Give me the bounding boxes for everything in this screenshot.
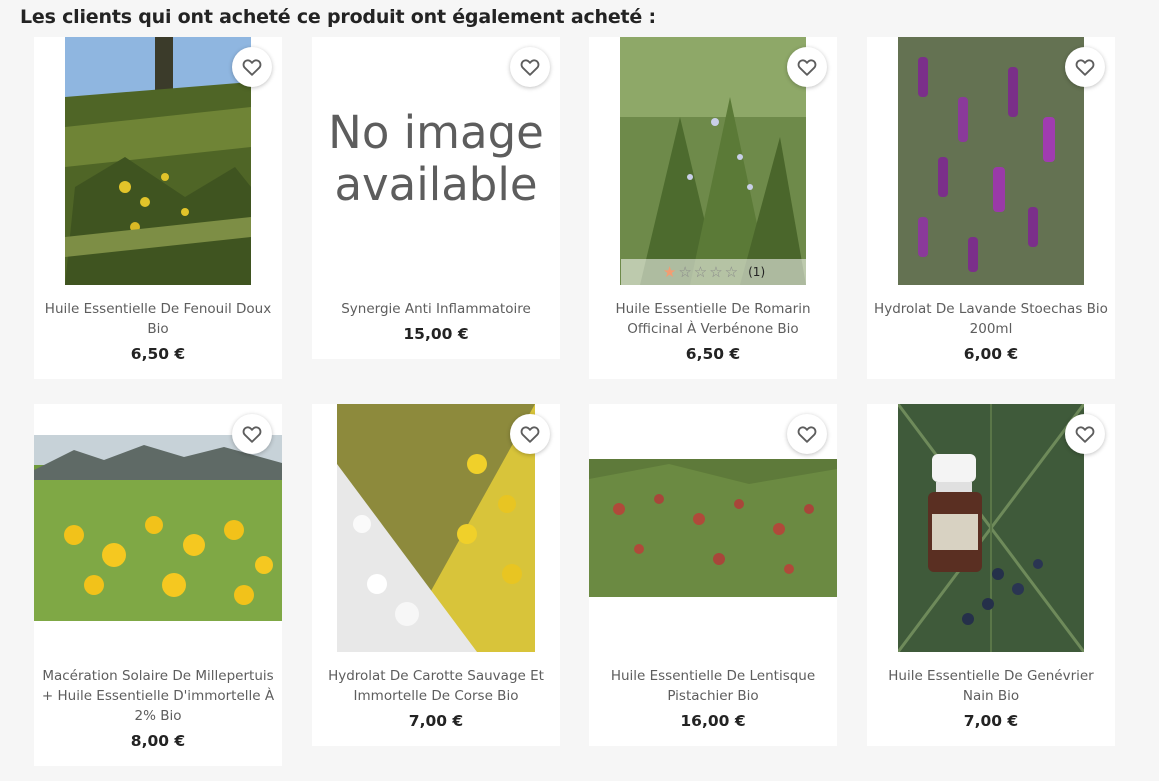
- product-name[interactable]: Huile Essentielle De Lentisque Pistachie…: [595, 666, 831, 706]
- product-name[interactable]: Macération Solaire De Millepertuis + Hui…: [40, 666, 276, 726]
- product-card[interactable]: ★ ☆ ☆ ☆ ☆ (1) Huile Essentielle De Romar…: [589, 37, 837, 379]
- product-price: 7,00 €: [963, 712, 1019, 730]
- heart-outline-icon: [242, 59, 262, 76]
- product-name[interactable]: Hydrolat De Lavande Stoechas Bio 200ml: [873, 299, 1109, 339]
- product-grid: Huile Essentielle De Fenouil Doux Bio 6,…: [0, 0, 1159, 781]
- product-name[interactable]: Synergie Anti Inflammatoire: [318, 299, 554, 319]
- star-empty-icon: ☆: [678, 262, 692, 281]
- product-card[interactable]: Hydrolat De Carotte Sauvage Et Immortell…: [312, 404, 560, 746]
- wishlist-button[interactable]: [1065, 47, 1105, 87]
- product-thumbnail[interactable]: [867, 404, 1115, 652]
- wishlist-button[interactable]: [232, 47, 272, 87]
- star-empty-icon: ☆: [693, 262, 708, 281]
- heart-outline-icon: [1075, 426, 1095, 443]
- product-image[interactable]: [337, 404, 535, 652]
- product-image[interactable]: [589, 459, 837, 597]
- product-price: 6,50 €: [130, 345, 186, 363]
- product-image[interactable]: [65, 37, 251, 285]
- product-thumbnail[interactable]: [34, 37, 282, 285]
- product-thumbnail[interactable]: [589, 404, 837, 652]
- product-card[interactable]: Macération Solaire De Millepertuis + Hui…: [34, 404, 282, 766]
- no-image-placeholder[interactable]: No image available: [312, 107, 560, 211]
- product-rating: ★ ☆ ☆ ☆ ☆ (1): [621, 259, 807, 285]
- product-name[interactable]: Huile Essentielle De Genévrier Nain Bio: [873, 666, 1109, 706]
- product-price: 6,50 €: [685, 345, 741, 363]
- wishlist-button[interactable]: [510, 414, 550, 454]
- product-thumbnail[interactable]: [867, 37, 1115, 285]
- product-card[interactable]: No image available Synergie Anti Inflamm…: [312, 37, 560, 359]
- product-name[interactable]: Huile Essentielle De Fenouil Doux Bio: [40, 299, 276, 339]
- wishlist-button[interactable]: [787, 47, 827, 87]
- heart-outline-icon: [797, 59, 817, 76]
- product-image[interactable]: [898, 404, 1084, 652]
- star-empty-icon: ☆: [724, 262, 739, 281]
- product-image[interactable]: [34, 435, 282, 621]
- wishlist-button[interactable]: [1065, 414, 1105, 454]
- product-image[interactable]: [898, 37, 1084, 285]
- star-empty-icon: ☆: [709, 262, 723, 281]
- product-card[interactable]: Hydrolat De Lavande Stoechas Bio 200ml 6…: [867, 37, 1115, 379]
- heart-outline-icon: [797, 426, 817, 443]
- wishlist-button[interactable]: [510, 47, 550, 87]
- product-thumbnail[interactable]: No image available: [312, 37, 560, 285]
- heart-outline-icon: [242, 426, 262, 443]
- product-price: 6,00 €: [963, 345, 1019, 363]
- product-card[interactable]: Huile Essentielle De Lentisque Pistachie…: [589, 404, 837, 746]
- product-price: 16,00 €: [680, 712, 746, 730]
- product-name[interactable]: Hydrolat De Carotte Sauvage Et Immortell…: [318, 666, 554, 706]
- product-name[interactable]: Huile Essentielle De Romarin Officinal À…: [595, 299, 831, 339]
- heart-outline-icon: [520, 59, 540, 76]
- product-price: 8,00 €: [130, 732, 186, 750]
- wishlist-button[interactable]: [232, 414, 272, 454]
- product-price: 15,00 €: [403, 325, 469, 343]
- product-card[interactable]: Huile Essentielle De Fenouil Doux Bio 6,…: [34, 37, 282, 379]
- wishlist-button[interactable]: [787, 414, 827, 454]
- product-card[interactable]: Huile Essentielle De Genévrier Nain Bio …: [867, 404, 1115, 746]
- rating-count: (1): [748, 265, 766, 279]
- product-thumbnail[interactable]: ★ ☆ ☆ ☆ ☆ (1): [589, 37, 837, 285]
- heart-outline-icon: [1075, 59, 1095, 76]
- star-filled-icon: ★: [662, 262, 677, 281]
- product-image[interactable]: [620, 37, 806, 285]
- product-thumbnail[interactable]: [312, 404, 560, 652]
- heart-outline-icon: [520, 426, 540, 443]
- product-thumbnail[interactable]: [34, 404, 282, 652]
- product-price: 7,00 €: [408, 712, 464, 730]
